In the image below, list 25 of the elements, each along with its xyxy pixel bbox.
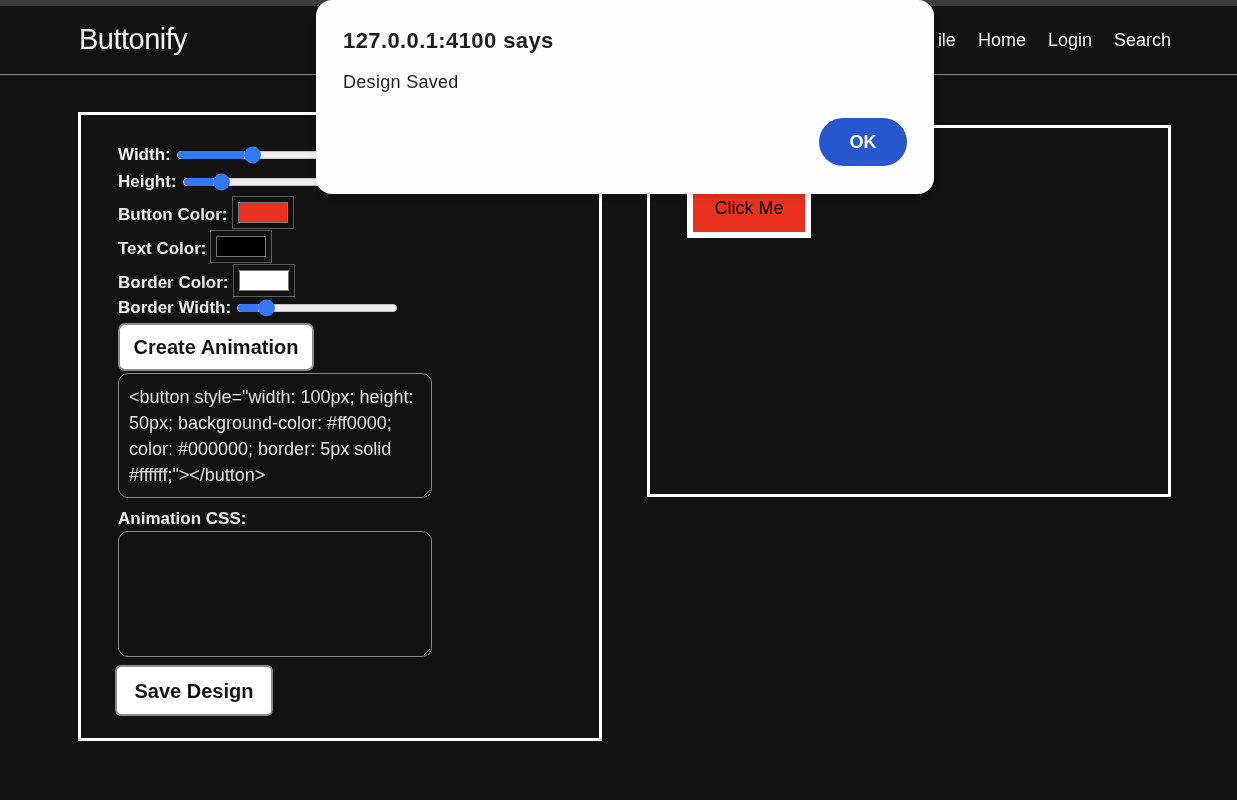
- code-output-field[interactable]: <button style="width: 100px; height: 50px; background-color: #ff0000; color: #000000; border: 5px solid #ffffff;"></button>: [118, 373, 432, 498]
- dialog-title: 127.0.0.1:4100 says: [343, 28, 555, 54]
- save-design-button[interactable]: Save Design: [115, 665, 273, 716]
- field-label: Animation CSS:: [118, 509, 247, 528]
- dialog-message: Design Saved: [343, 72, 460, 92]
- site-logo: Buttonify: [79, 22, 188, 58]
- field-label: Height:: [118, 170, 177, 193]
- nav-link[interactable]: Login: [1047, 26, 1092, 54]
- slider-thumb[interactable]: [213, 173, 231, 190]
- nav-link[interactable]: Home: [977, 26, 1026, 54]
- nav-link[interactable]: ile: [937, 26, 956, 54]
- field-label: Border Width:: [118, 297, 232, 320]
- ok-button[interactable]: OK: [819, 118, 907, 166]
- create-animation-button[interactable]: Create Animation: [118, 323, 314, 371]
- color-picker[interactable]: [232, 263, 295, 297]
- slider-thumb[interactable]: [244, 146, 261, 163]
- field-label: Border Color:: [118, 272, 229, 295]
- slider-thumb[interactable]: [257, 299, 275, 317]
- animation-css-field[interactable]: [118, 531, 432, 657]
- color-picker[interactable]: [231, 195, 294, 229]
- field-label: Text Color:: [118, 238, 207, 261]
- color-picker[interactable]: [210, 229, 273, 263]
- field-label: Button Color:: [118, 204, 228, 227]
- field-label: Width:: [118, 143, 171, 166]
- nav-link[interactable]: Search: [1113, 26, 1171, 54]
